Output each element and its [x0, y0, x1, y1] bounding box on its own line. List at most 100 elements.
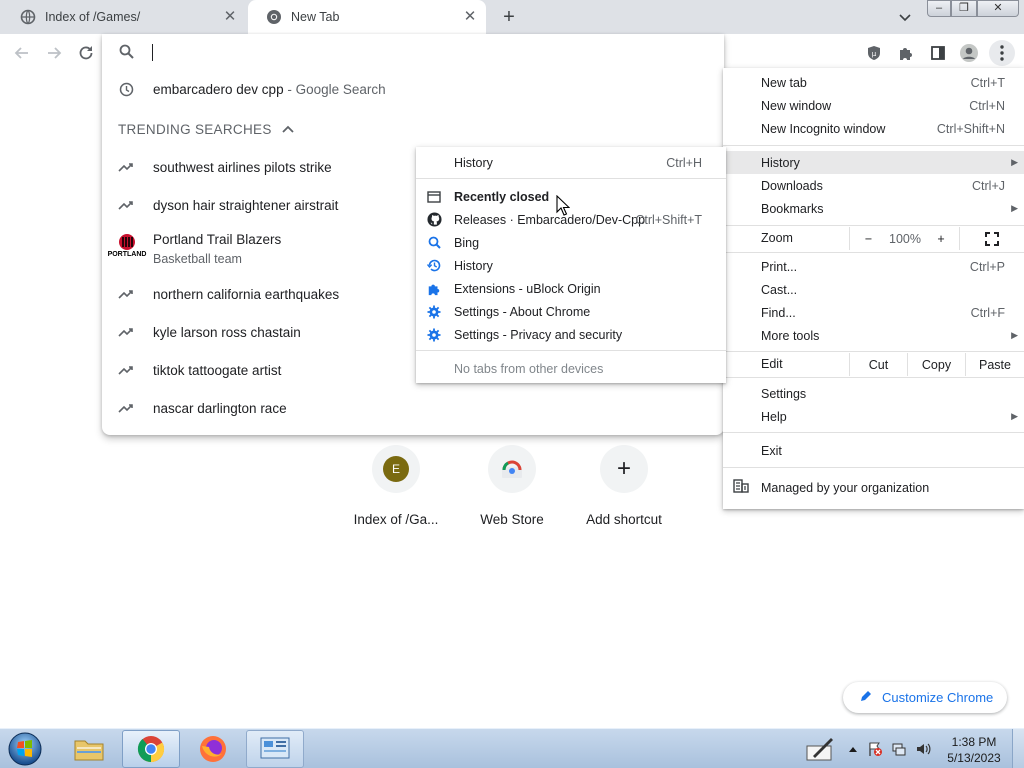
forward-button[interactable]	[42, 42, 66, 64]
trending-searches-header[interactable]: TRENDING SEARCHES	[118, 122, 294, 137]
portland-trail-blazers-logo: PORTLAND	[108, 233, 146, 261]
mouse-pointer-icon	[556, 194, 571, 219]
tab-new-tab[interactable]: New Tab ✕	[248, 0, 486, 34]
close-tab-icon[interactable]: ✕	[222, 9, 238, 25]
chrome-menu-kebab-icon[interactable]	[989, 40, 1015, 66]
tab-title: New Tab	[291, 10, 340, 24]
trending-up-icon	[118, 400, 134, 416]
customize-chrome-button[interactable]: Customize Chrome	[843, 682, 1007, 713]
tab-strip: Index of /Games/ ✕ New Tab ✕ + ‒ ❐ ✕	[0, 0, 1024, 34]
menu-item-new-tab[interactable]: New tab Ctrl+T	[723, 71, 1024, 94]
history-suggestion[interactable]: embarcadero dev cpp - Google Search	[102, 72, 724, 106]
taskbar-file-explorer[interactable]	[60, 730, 118, 768]
entity-title: Portland Trail Blazers	[153, 232, 282, 247]
zoom-out-button[interactable]: −	[849, 227, 887, 250]
taskbar-control-panel[interactable]	[246, 730, 304, 768]
shortcut-label: Add shortcut	[586, 512, 662, 527]
menu-item-new-incognito-window[interactable]: New Incognito window Ctrl+Shift+N	[723, 117, 1024, 140]
menu-item-managed-by-organization[interactable]: Managed by your organization	[723, 476, 1024, 499]
search-icon	[119, 44, 134, 62]
github-icon	[426, 212, 442, 228]
window-icon	[426, 189, 442, 205]
shortcut-tile	[488, 445, 536, 493]
suggestion-text: tiktok tattoogate artist	[153, 362, 282, 378]
paste-button[interactable]: Paste	[965, 353, 1024, 376]
windows-orb-icon	[8, 732, 42, 766]
chrome-main-menu: New tab Ctrl+T New window Ctrl+N New Incog…	[723, 68, 1024, 509]
menu-edit-row: Edit Cut Copy Paste	[723, 353, 1024, 376]
menu-item-settings[interactable]: Settings	[723, 382, 1024, 405]
minimize-button[interactable]: ‒	[927, 0, 951, 17]
close-tab-icon[interactable]: ✕	[462, 9, 478, 25]
taskbar-firefox[interactable]	[184, 730, 242, 768]
side-panel-icon[interactable]	[926, 41, 950, 65]
gear-icon	[426, 304, 442, 320]
menu-item-history[interactable]: History ▶	[723, 151, 1024, 174]
omnibox-input[interactable]	[102, 34, 724, 70]
shortcut-index-of-games[interactable]: E Index of /Ga...	[338, 445, 454, 527]
recent-item-settings-about-chrome[interactable]: Settings - About Chrome	[416, 300, 726, 323]
menu-item-help[interactable]: Help ▶	[723, 405, 1024, 428]
submenu-arrow-icon: ▶	[1011, 157, 1018, 167]
ublock-origin-icon[interactable]: μ	[862, 41, 886, 65]
extensions-puzzle-icon[interactable]	[894, 41, 918, 65]
start-button[interactable]	[6, 731, 46, 767]
menu-item-more-tools[interactable]: More tools ▶	[723, 324, 1024, 347]
menu-divider	[723, 225, 1024, 226]
show-desktop-button[interactable]	[1012, 729, 1024, 768]
menu-zoom-row: Zoom − 100% +	[723, 227, 1024, 250]
recent-item-releases-dev-cpp[interactable]: Releases · Embarcadero/Dev-Cpp Ctrl+Shift…	[416, 208, 726, 231]
zoom-in-button[interactable]: +	[923, 227, 959, 250]
submenu-arrow-icon: ▶	[1011, 411, 1018, 421]
menu-item-new-window[interactable]: New window Ctrl+N	[723, 94, 1024, 117]
shortcut-web-store[interactable]: Web Store	[454, 445, 570, 527]
shortcut-label: Web Store	[480, 512, 544, 527]
tab-index-of-games[interactable]: Index of /Games/ ✕	[2, 0, 246, 34]
cut-button[interactable]: Cut	[849, 353, 907, 376]
back-button[interactable]	[10, 42, 34, 64]
zoom-label: Zoom	[761, 231, 793, 245]
add-shortcut-button[interactable]: + Add shortcut	[566, 445, 682, 527]
menu-item-downloads[interactable]: Downloads Ctrl+J	[723, 174, 1024, 197]
show-hidden-icons-chevron-icon[interactable]	[844, 740, 862, 758]
fullscreen-button[interactable]	[959, 227, 1024, 250]
chevron-up-icon[interactable]	[281, 122, 294, 137]
zoom-level: 100%	[889, 231, 921, 246]
menu-item-find[interactable]: Find... Ctrl+F	[723, 301, 1024, 324]
tab-title: Index of /Games/	[45, 10, 141, 24]
recent-item-bing[interactable]: Bing	[416, 231, 726, 254]
network-icon[interactable]	[890, 740, 908, 758]
menu-divider	[723, 351, 1024, 352]
recent-item-settings-privacy[interactable]: Settings - Privacy and security	[416, 323, 726, 346]
taskbar-google-chrome[interactable]	[122, 730, 180, 768]
menu-divider	[723, 432, 1024, 433]
shortcut-label: Index of /Ga...	[353, 512, 439, 527]
submenu-item-history[interactable]: History Ctrl+H	[416, 151, 726, 174]
profile-avatar-icon[interactable]	[957, 41, 981, 65]
letter-avatar: E	[383, 456, 409, 482]
recent-item-history[interactable]: History	[416, 254, 726, 277]
reload-button[interactable]	[74, 42, 98, 64]
recent-item-extensions-ublock[interactable]: Extensions - uBlock Origin	[416, 277, 726, 300]
customize-label: Customize Chrome	[882, 690, 994, 705]
menu-item-exit[interactable]: Exit	[723, 439, 1024, 462]
copy-button[interactable]: Copy	[907, 353, 965, 376]
trending-up-icon	[118, 197, 134, 213]
taskbar-clock[interactable]: 1:38 PM 5/13/2023	[940, 734, 1008, 766]
menu-item-cast[interactable]: Cast...	[723, 278, 1024, 301]
maximize-button[interactable]: ❐	[951, 0, 977, 17]
pen-tablet-icon[interactable]	[804, 735, 836, 763]
tab-search-chevron-icon[interactable]	[895, 7, 915, 27]
volume-icon[interactable]	[914, 740, 932, 758]
suggestion-text: southwest airlines pilots strike	[153, 159, 332, 175]
menu-item-bookmarks[interactable]: Bookmarks ▶	[723, 197, 1024, 220]
clock-time: 1:38 PM	[951, 735, 997, 749]
menu-item-print[interactable]: Print... Ctrl+P	[723, 255, 1024, 278]
close-window-button[interactable]: ✕	[977, 0, 1019, 17]
trending-suggestion[interactable]: nascar darlington race	[102, 391, 724, 425]
entity-subtitle: Basketball team	[153, 252, 242, 266]
action-center-flag-icon[interactable]	[866, 740, 884, 758]
menu-divider	[416, 178, 726, 179]
new-tab-button[interactable]: +	[496, 5, 522, 29]
building-icon	[733, 479, 749, 496]
